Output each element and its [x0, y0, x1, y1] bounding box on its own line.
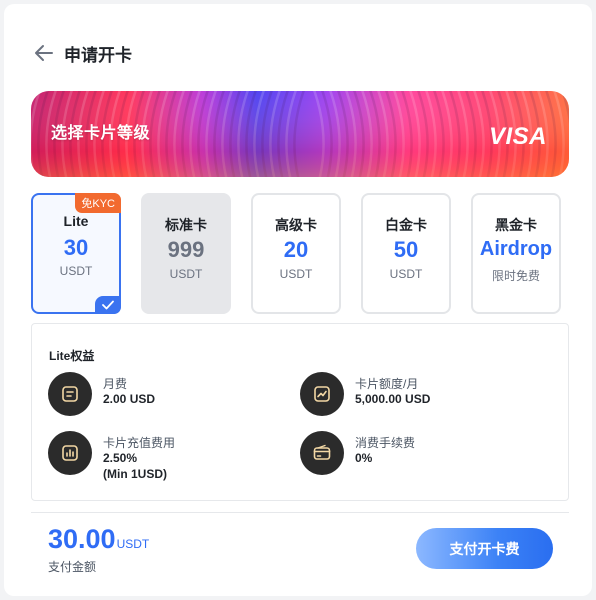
- tier-standard[interactable]: 标准卡 999 USDT: [141, 193, 231, 314]
- tier-name: Lite: [63, 213, 89, 229]
- benefit-label: 月费: [103, 377, 128, 391]
- tier-unit: USDT: [169, 267, 203, 281]
- benefit-value-min: (Min 1USD): [103, 467, 167, 481]
- benefit-spend-fee: 消费手续费 0%: [300, 431, 540, 481]
- tier-price: 30: [63, 235, 89, 260]
- tier-unit: USDT: [279, 267, 313, 281]
- benefit-topup-fee: 卡片充值费用 2.50% (Min 1USD): [48, 431, 288, 487]
- benefit-label: 消费手续费: [355, 436, 416, 450]
- banner-title: 选择卡片等级: [51, 125, 151, 142]
- pay-button[interactable]: 支付开卡费: [416, 528, 553, 569]
- tier-platinum[interactable]: 白金卡 50 USDT: [361, 193, 451, 314]
- tier-name: 黑金卡: [495, 217, 537, 233]
- total-unit: USDT: [116, 537, 150, 551]
- card-icon: [300, 431, 344, 475]
- back-button[interactable]: [32, 41, 56, 65]
- tier-lite[interactable]: 免KYC Lite 30 USDT: [31, 193, 121, 314]
- tier-unit: USDT: [389, 267, 423, 281]
- footer-divider: [31, 512, 569, 513]
- tier-name: 高级卡: [275, 217, 317, 233]
- card-banner: 选择卡片等级 VISA: [31, 91, 569, 177]
- benefit-monthly-fee: 月费 2.00 USD: [48, 372, 288, 422]
- arrow-left-icon: [35, 45, 53, 61]
- payment-total: 30.00USDT: [48, 524, 149, 555]
- checkmark-icon: [102, 300, 114, 310]
- benefit-label: 卡片充值费用: [103, 436, 176, 450]
- tier-name: 标准卡: [165, 217, 207, 233]
- apply-card-page: 申请开卡 选择卡片等级 VISA 免KYC Lite 30 USDT 标准卡 9…: [4, 4, 592, 596]
- selected-check: [95, 296, 121, 314]
- tier-unit: USDT: [59, 264, 93, 278]
- card-tier-list: 免KYC Lite 30 USDT 标准卡 999 USDT 高级卡 20 US…: [31, 193, 563, 314]
- tier-price: Airdrop: [479, 238, 553, 260]
- total-amount: 30.00: [48, 524, 116, 554]
- benefit-value: 2.00 USD: [103, 392, 156, 406]
- no-kyc-badge: 免KYC: [75, 193, 121, 213]
- tier-name: 白金卡: [385, 217, 427, 233]
- tier-unit: 限时免费: [491, 269, 540, 283]
- visa-logo: VISA: [488, 123, 547, 150]
- benefit-card-limit: 卡片额度/月 5,000.00 USD: [300, 372, 540, 422]
- benefits-title: Lite权益: [49, 349, 95, 363]
- tier-price: 20: [283, 237, 309, 262]
- bar-chart-icon: [48, 431, 92, 475]
- benefits-panel: Lite权益 月费 2.00 USD 卡片额度/月 5,000.00 USD 卡…: [31, 323, 569, 501]
- benefit-value: 2.50%: [103, 451, 138, 465]
- tier-price: 50: [393, 237, 419, 262]
- total-label: 支付金额: [48, 560, 97, 574]
- chart-line-icon: [300, 372, 344, 416]
- tier-advanced[interactable]: 高级卡 20 USDT: [251, 193, 341, 314]
- benefit-label: 卡片额度/月: [355, 377, 419, 391]
- tier-black[interactable]: 黑金卡 Airdrop 限时免费: [471, 193, 561, 314]
- benefit-value: 5,000.00 USD: [355, 392, 431, 406]
- page-header: 申请开卡: [32, 40, 132, 66]
- page-title: 申请开卡: [64, 45, 132, 65]
- document-icon: [48, 372, 92, 416]
- benefit-value: 0%: [355, 451, 373, 465]
- tier-price: 999: [167, 237, 205, 262]
